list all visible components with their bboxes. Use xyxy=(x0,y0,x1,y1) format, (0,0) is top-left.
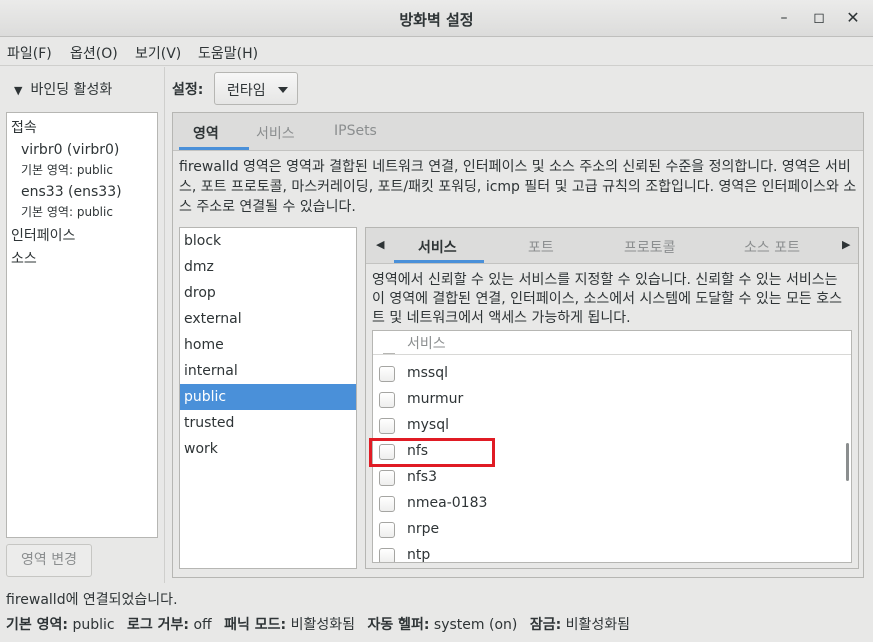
service-name: nfs3 xyxy=(407,469,438,485)
zone-description: firewalld 영역은 영역과 결합된 네트워크 연결, 인터페이스 및 소… xyxy=(179,159,857,215)
connection-zone: 기본 영역: public xyxy=(21,205,113,219)
config-label: 설정: xyxy=(172,82,204,98)
connections-list: 접속 virbr0 (virbr0) 기본 영역: public ens33 (… xyxy=(6,112,158,538)
connection-name[interactable]: virbr0 (virbr0) xyxy=(21,142,119,158)
tab-zones[interactable]: 영역 xyxy=(193,123,219,143)
dropdown-arrow-icon xyxy=(278,87,288,93)
chevron-down-icon: ▼ xyxy=(14,84,23,97)
tab-scroll-right-icon[interactable]: ▶ xyxy=(842,238,850,251)
service-row[interactable]: nrpe xyxy=(373,517,843,543)
main-notebook: 영역 서비스 IPSets firewalld 영역은 영역과 결합된 네트워크… xyxy=(172,112,864,578)
service-checkbox[interactable] xyxy=(379,418,395,434)
service-checkbox[interactable] xyxy=(379,366,395,382)
nfs-highlight-box xyxy=(369,438,495,467)
auto-helper-label: 자동 헬퍼: xyxy=(367,617,430,633)
service-row[interactable]: mssql xyxy=(373,361,843,387)
zone-item[interactable]: external xyxy=(180,306,356,332)
service-name: nmea-0183 xyxy=(407,495,488,511)
header-checkbox-column xyxy=(383,353,395,354)
zone-list: block dmz drop external home internal pu… xyxy=(179,227,357,569)
subtab-protocols[interactable]: 프로토콜 xyxy=(624,237,676,257)
zone-item[interactable]: home xyxy=(180,332,356,358)
default-zone-value: public xyxy=(72,617,115,633)
lockdown-value: 비활성화됨 xyxy=(565,617,631,633)
config-value: 런타임 xyxy=(227,83,266,99)
connections-header[interactable]: 접속 xyxy=(11,117,37,137)
subtab-source-ports[interactable]: 소스 포트 xyxy=(744,237,800,257)
connection-name[interactable]: ens33 (ens33) xyxy=(21,184,122,200)
zone-item-selected[interactable]: public xyxy=(180,384,356,410)
active-tab-indicator xyxy=(179,147,249,150)
service-row[interactable]: mysql xyxy=(373,413,843,439)
panic-mode-value: 비활성화됨 xyxy=(290,617,356,633)
menu-file[interactable]: 파일(F) xyxy=(7,43,52,63)
service-checkbox[interactable] xyxy=(379,470,395,486)
main-tabs: 영역 서비스 IPSets xyxy=(173,113,863,151)
pane-divider[interactable] xyxy=(164,67,165,583)
service-name: ntp xyxy=(407,547,431,563)
service-name: mysql xyxy=(407,417,449,433)
zone-sub-tabs: ◀ 서비스 포트 프로토콜 소스 포트 ▶ xyxy=(366,228,858,264)
subtab-services[interactable]: 서비스 xyxy=(418,237,457,257)
minimize-icon[interactable]: – xyxy=(774,8,794,28)
panic-mode-label: 패닉 모드: xyxy=(224,617,287,633)
zone-item[interactable]: trusted xyxy=(180,410,356,436)
default-zone-label: 기본 영역: xyxy=(6,617,68,633)
service-row[interactable]: murmur xyxy=(373,387,843,413)
tab-ipsets[interactable]: IPSets xyxy=(334,123,377,139)
binding-toggle[interactable]: ▼ 바인딩 활성화 xyxy=(14,79,112,99)
log-denied-label: 로그 거부: xyxy=(127,617,190,633)
service-name: nrpe xyxy=(407,521,440,537)
service-checkbox[interactable] xyxy=(379,522,395,538)
lockdown-label: 잠금: xyxy=(529,617,562,633)
menu-help[interactable]: 도움말(H) xyxy=(198,43,258,63)
change-zone-button[interactable]: 영역 변경 xyxy=(6,544,92,577)
service-checkbox[interactable] xyxy=(379,496,395,512)
services-description: 영역에서 신뢰할 수 있는 서비스를 지정할 수 있습니다. 신뢰할 수 있는 … xyxy=(372,272,843,326)
auto-helper-value: system (on) xyxy=(433,617,518,633)
sources-header[interactable]: 소스 xyxy=(11,248,37,268)
subtab-ports[interactable]: 포트 xyxy=(528,237,554,257)
firewall-status-bar: 기본 영역: public 로그 거부: off 패닉 모드: 비활성화됨 자동… xyxy=(6,614,630,634)
connection-status: firewalld에 연결되었습니다. xyxy=(6,592,178,608)
config-select[interactable]: 런타임 xyxy=(214,72,298,105)
binding-toggle-label: 바인딩 활성화 xyxy=(30,82,113,98)
service-name: murmur xyxy=(407,391,464,407)
menu-bar: 파일(F) 옵션(O) 보기(V) 도움말(H) xyxy=(0,37,873,66)
interfaces-header[interactable]: 인터페이스 xyxy=(11,225,75,245)
menu-view[interactable]: 보기(V) xyxy=(135,43,181,63)
tab-scroll-left-icon[interactable]: ◀ xyxy=(376,238,384,251)
maximize-icon[interactable]: ◻ xyxy=(809,8,829,28)
service-row[interactable]: nmea-0183 xyxy=(373,491,843,517)
close-icon[interactable]: ✕ xyxy=(843,8,863,28)
connection-zone: 기본 영역: public xyxy=(21,163,113,177)
zone-item[interactable]: dmz xyxy=(180,254,356,280)
services-scrollbar[interactable] xyxy=(846,443,849,481)
service-name: mssql xyxy=(407,365,449,381)
active-subtab-indicator xyxy=(394,260,484,263)
zone-item[interactable]: internal xyxy=(180,358,356,384)
service-checkbox[interactable] xyxy=(379,392,395,408)
menu-options[interactable]: 옵션(O) xyxy=(70,43,118,63)
service-row[interactable]: nfs3 xyxy=(373,465,843,491)
zone-item[interactable]: drop xyxy=(180,280,356,306)
log-denied-value: off xyxy=(193,617,212,633)
zone-item[interactable]: block xyxy=(180,228,356,254)
window-title: 방화벽 설정 xyxy=(399,11,474,29)
services-list-header: 서비스 xyxy=(373,331,851,355)
zone-settings-panel: ◀ 서비스 포트 프로토콜 소스 포트 ▶ 영역에서 신뢰할 수 있는 서비스를… xyxy=(365,227,859,569)
services-column-header[interactable]: 서비스 xyxy=(407,333,446,353)
service-checkbox[interactable] xyxy=(379,548,395,562)
zone-item[interactable]: work xyxy=(180,436,356,462)
title-bar: 방화벽 설정 – ◻ ✕ xyxy=(0,0,873,37)
tab-services[interactable]: 서비스 xyxy=(256,123,295,143)
service-row[interactable]: ntp xyxy=(373,543,843,563)
